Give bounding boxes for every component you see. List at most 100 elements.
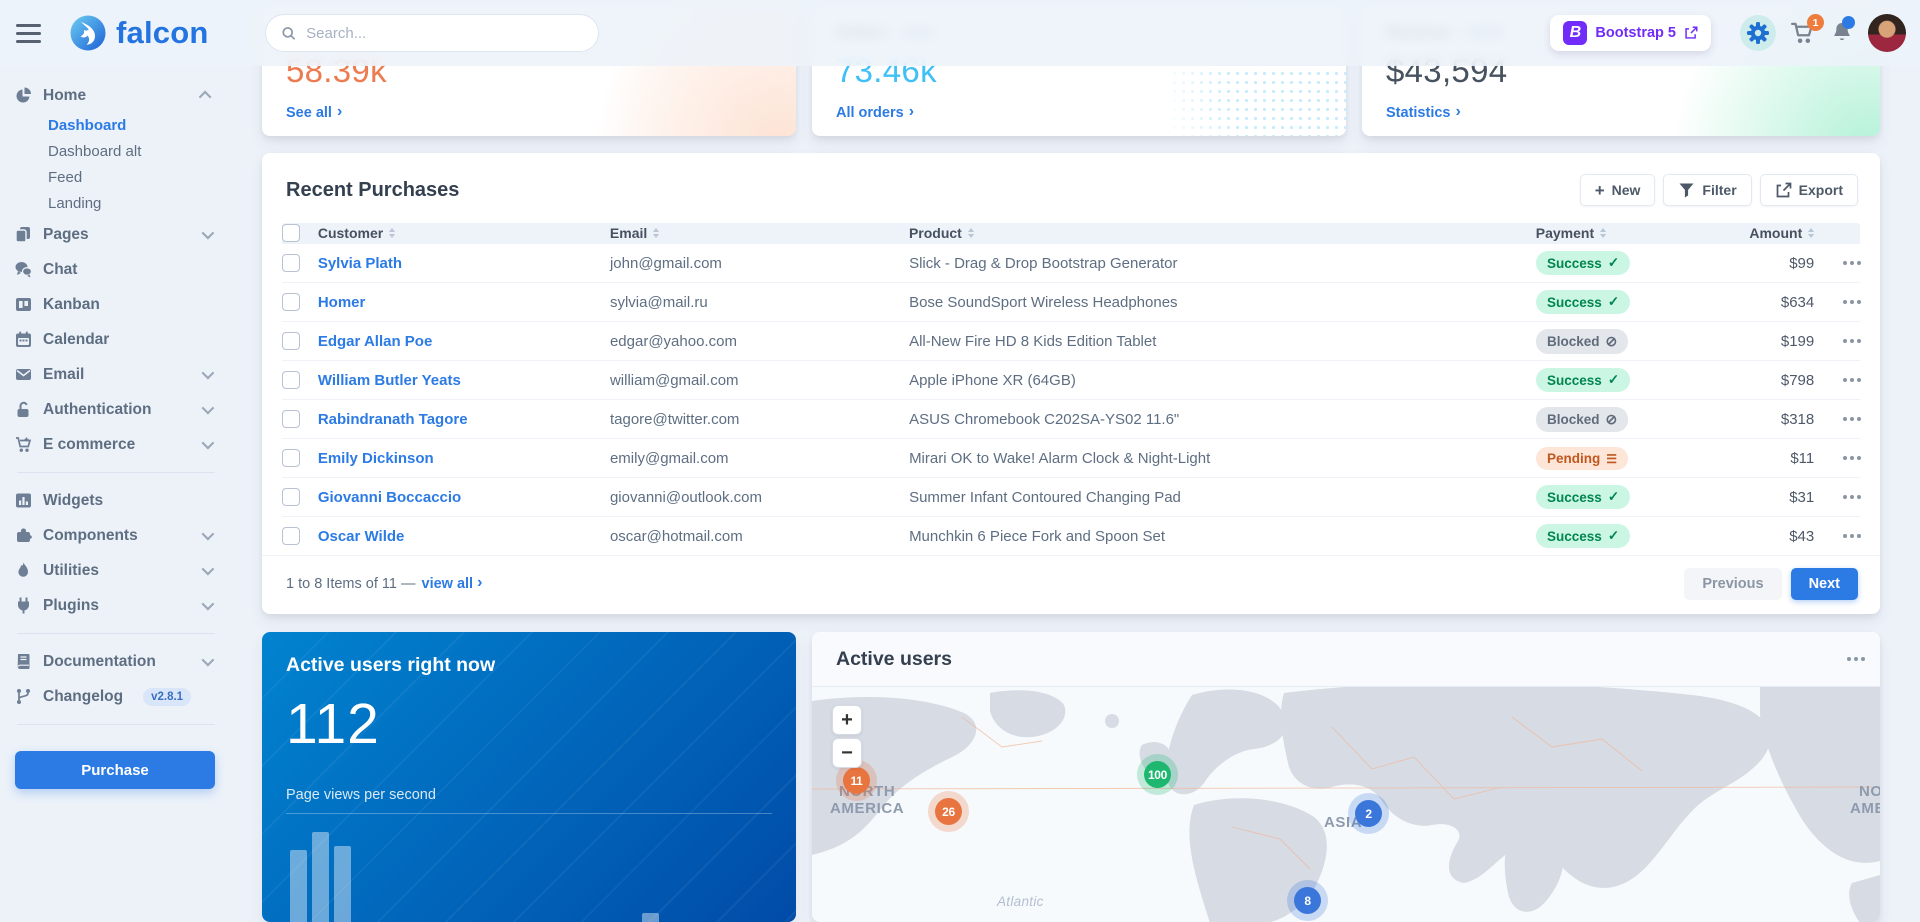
table-row[interactable]: Edgar Allan Poeedgar@yahoo.comAll-New Fi… [282, 321, 1860, 360]
select-all-checkbox[interactable] [282, 224, 300, 242]
sidebar-item-landing[interactable]: Landing [15, 191, 217, 217]
customer-link[interactable]: Giovanni Boccaccio [318, 489, 461, 506]
search-box[interactable] [265, 14, 599, 52]
table-row[interactable]: Homersylvia@mail.ruBose SoundSport Wirel… [282, 282, 1860, 321]
customer-link[interactable]: William Butler Yeats [318, 372, 461, 389]
all-orders-link[interactable]: All orders [836, 105, 1322, 121]
column-payment[interactable]: Payment [1536, 225, 1765, 241]
active-now-title: Active users right now [286, 654, 772, 677]
map-marker[interactable]: 26 [935, 798, 962, 825]
payment-status-badge: Success [1536, 524, 1630, 548]
search-input[interactable] [304, 24, 581, 43]
table-row[interactable]: Giovanni Boccacciogiovanni@outlook.comSu… [282, 477, 1860, 516]
sidebar-item-documentation[interactable]: Documentation [15, 644, 217, 679]
sidebar-item-chat[interactable]: Chat [15, 252, 217, 287]
new-button[interactable]: New [1580, 174, 1656, 206]
sidebar-item-components[interactable]: Components [15, 518, 217, 553]
chevron-down-icon [202, 528, 215, 541]
purchase-button[interactable]: Purchase [15, 751, 215, 789]
row-actions-ellipsis-icon[interactable] [1850, 300, 1854, 304]
map-zoom-in-button[interactable]: + [832, 705, 862, 735]
map-marker[interactable]: 2 [1355, 800, 1382, 827]
sidebar-item-feed[interactable]: Feed [15, 165, 217, 191]
row-actions-ellipsis-icon[interactable] [1850, 378, 1854, 382]
filter-button[interactable]: Filter [1663, 174, 1751, 206]
export-button[interactable]: Export [1760, 174, 1858, 206]
sidebar-item-label: E commerce [43, 436, 135, 454]
card-menu-ellipsis-icon[interactable] [1854, 657, 1858, 661]
sidebar-item-kanban[interactable]: Kanban [15, 287, 217, 322]
world-map-body[interactable]: + − NORTH AMERICAASIANORTH AMERICAAtlant… [812, 687, 1880, 922]
statistics-link[interactable]: Statistics [1386, 105, 1856, 121]
hamburger-menu-icon[interactable] [16, 24, 41, 43]
row-checkbox[interactable] [282, 293, 300, 311]
row-checkbox[interactable] [282, 527, 300, 545]
chevron-down-icon [202, 227, 215, 240]
sidebar-item-dashboard-alt[interactable]: Dashboard alt [15, 139, 217, 165]
sidebar-item-pages[interactable]: Pages [15, 217, 217, 252]
cell-product: Mirari OK to Wake! Alarm Clock & Night-L… [909, 450, 1536, 467]
row-actions-ellipsis-icon[interactable] [1850, 261, 1854, 265]
row-actions-ellipsis-icon[interactable] [1850, 339, 1854, 343]
row-checkbox[interactable] [282, 254, 300, 272]
column-amount[interactable]: Amount [1764, 225, 1814, 241]
sidebar-item-ecommerce[interactable]: E commerce [15, 427, 217, 462]
cell-product: Slick - Drag & Drop Bootstrap Generator [909, 255, 1536, 272]
cart-button[interactable]: 1 [1791, 21, 1816, 45]
world-map [812, 687, 1880, 922]
sidebar-item-changelog[interactable]: Changelog v2.8.1 [15, 679, 217, 714]
map-card-title: Active users [836, 648, 952, 671]
lock-icon [15, 401, 32, 418]
map-marker[interactable]: 11 [843, 767, 870, 794]
map-zoom-out-button[interactable]: − [832, 738, 862, 768]
view-all-link[interactable]: view all [422, 576, 483, 592]
row-checkbox[interactable] [282, 449, 300, 467]
sidebar-item-email[interactable]: Email [15, 357, 217, 392]
sidebar-item-plugins[interactable]: Plugins [15, 588, 217, 623]
row-actions-ellipsis-icon[interactable] [1850, 534, 1854, 538]
map-marker[interactable]: 8 [1294, 887, 1321, 914]
next-button[interactable]: Next [1791, 568, 1858, 600]
notifications-button[interactable] [1831, 21, 1853, 45]
column-product[interactable]: Product [909, 225, 1536, 241]
sidebar-item-utilities[interactable]: Utilities [15, 553, 217, 588]
column-customer[interactable]: Customer [318, 225, 610, 241]
see-all-link[interactable]: See all [286, 105, 772, 121]
customer-link[interactable]: Oscar Wilde [318, 528, 405, 545]
row-actions-ellipsis-icon[interactable] [1850, 417, 1854, 421]
customer-link[interactable]: Edgar Allan Poe [318, 333, 432, 350]
table-row[interactable]: Rabindranath Tagoretagore@twitter.comASU… [282, 399, 1860, 438]
previous-button[interactable]: Previous [1684, 568, 1781, 600]
map-marker[interactable]: 100 [1144, 761, 1171, 788]
sidebar-item-home[interactable]: Home [15, 78, 217, 113]
sidebar-item-widgets[interactable]: Widgets [15, 483, 217, 518]
payment-status-badge: Success [1536, 368, 1630, 392]
fire-icon [15, 562, 32, 579]
sidebar-item-calendar[interactable]: Calendar [15, 322, 217, 357]
row-checkbox[interactable] [282, 332, 300, 350]
customer-link[interactable]: Sylvia Plath [318, 255, 402, 272]
table-row[interactable]: William Butler Yeatswilliam@gmail.comApp… [282, 360, 1860, 399]
row-checkbox[interactable] [282, 371, 300, 389]
sidebar-item-authentication[interactable]: Authentication [15, 392, 217, 427]
column-email[interactable]: Email [610, 225, 909, 241]
row-checkbox[interactable] [282, 488, 300, 506]
user-avatar[interactable] [1868, 14, 1906, 52]
row-actions-ellipsis-icon[interactable] [1850, 495, 1854, 499]
row-checkbox[interactable] [282, 410, 300, 428]
bootstrap5-badge[interactable]: B Bootstrap 5 [1550, 15, 1711, 51]
customer-link[interactable]: Rabindranath Tagore [318, 411, 468, 428]
falcon-logo[interactable]: falcon [69, 14, 209, 52]
row-actions-ellipsis-icon[interactable] [1850, 456, 1854, 460]
envelope-icon [15, 366, 32, 383]
sidebar-item-dashboard[interactable]: Dashboard [15, 113, 217, 139]
table-row[interactable]: Oscar Wildeoscar@hotmail.comMunchkin 6 P… [282, 516, 1860, 555]
table-row[interactable]: Sylvia Plathjohn@gmail.comSlick - Drag &… [282, 243, 1860, 282]
customer-link[interactable]: Emily Dickinson [318, 450, 434, 467]
customer-link[interactable]: Homer [318, 294, 366, 311]
settings-button[interactable] [1740, 15, 1776, 51]
table-row[interactable]: Emily Dickinsonemily@gmail.comMirari OK … [282, 438, 1860, 477]
recent-purchases-card: Recent Purchases New Filter Export Custo… [262, 153, 1880, 614]
cell-product: Bose SoundSport Wireless Headphones [909, 294, 1536, 311]
cell-email: william@gmail.com [610, 372, 909, 389]
